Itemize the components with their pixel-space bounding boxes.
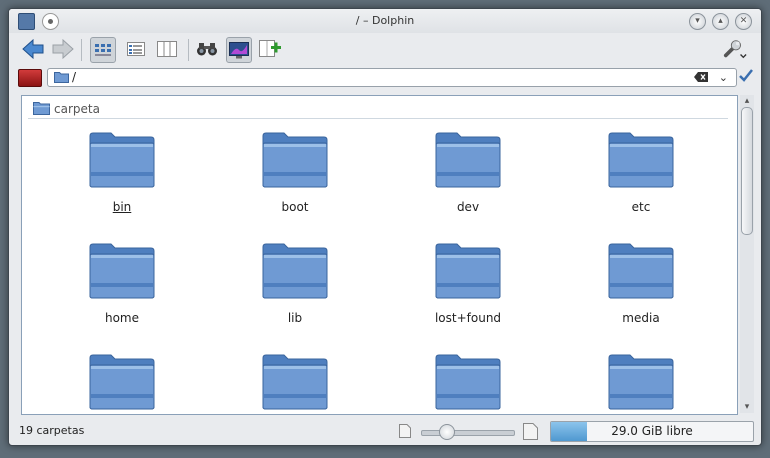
places-icon[interactable] — [18, 69, 42, 87]
folder-icon — [608, 243, 674, 299]
folder-item[interactable] — [57, 354, 187, 410]
columns-view-button[interactable] — [155, 37, 179, 61]
icons-view-icon — [95, 44, 111, 56]
folder-icon — [608, 354, 674, 410]
folder-icon — [608, 132, 674, 188]
location-input[interactable]: / ⌄ — [47, 68, 737, 87]
preview-button[interactable] — [226, 37, 252, 63]
folder-icon — [262, 132, 328, 188]
window-title: / – Dolphin — [355, 14, 415, 27]
split-view-button[interactable] — [258, 37, 282, 61]
status-bar: 19 carpetas 29.0 GiB libre — [9, 419, 761, 445]
folder-item[interactable] — [230, 354, 360, 410]
zoom-out-icon[interactable] — [399, 424, 411, 438]
dolphin-window: / – Dolphin ▾ ▴ ✕ / ⌄ carpeta bin boot d… — [8, 8, 762, 446]
location-path: / — [72, 70, 77, 84]
folder-item[interactable]: boot — [230, 132, 360, 214]
arrow-right-icon — [52, 39, 74, 59]
checkmark-icon[interactable] — [739, 69, 753, 82]
folder-icon — [89, 243, 155, 299]
split-add-icon — [259, 40, 281, 57]
configure-button[interactable] — [723, 37, 747, 61]
folder-label: bin — [112, 200, 132, 214]
folder-item[interactable] — [576, 354, 706, 410]
folder-item[interactable]: media — [576, 243, 706, 325]
back-button[interactable] — [21, 37, 45, 61]
folder-item[interactable]: home — [57, 243, 187, 325]
folder-icon — [435, 132, 501, 188]
zoom-in-icon[interactable] — [523, 423, 538, 440]
arrow-left-icon — [22, 39, 44, 59]
group-header: carpeta — [28, 98, 728, 119]
scroll-up-arrow-icon[interactable]: ▴ — [740, 95, 754, 107]
columns-view-icon — [157, 41, 177, 57]
folder-item[interactable]: etc — [576, 132, 706, 214]
folder-label: lib — [287, 311, 303, 325]
forward-button[interactable] — [51, 37, 75, 61]
folder-icon — [54, 72, 69, 83]
folder-icon — [33, 102, 50, 115]
folder-label: home — [104, 311, 140, 325]
folder-icon — [262, 354, 328, 410]
scroll-down-arrow-icon[interactable]: ▾ — [740, 401, 754, 413]
close-button[interactable]: ✕ — [735, 13, 752, 30]
vertical-scrollbar[interactable]: ▴ ▾ — [740, 95, 754, 413]
free-space-indicator[interactable]: 29.0 GiB libre — [550, 421, 754, 442]
folder-label: etc — [631, 200, 651, 214]
folder-label: dev — [456, 200, 480, 214]
clear-icon[interactable] — [694, 72, 708, 82]
toolbar-separator — [81, 39, 82, 61]
zoom-slider-handle[interactable] — [439, 424, 456, 440]
main-toolbar — [9, 33, 761, 66]
folder-item[interactable] — [403, 354, 533, 410]
icons-view-button[interactable] — [90, 37, 116, 63]
location-bar: / ⌄ — [9, 66, 761, 88]
maximize-button[interactable]: ▴ — [712, 13, 729, 30]
scrollbar-thumb[interactable] — [741, 107, 753, 235]
zoom-slider-track[interactable] — [421, 430, 515, 436]
folder-icon — [435, 354, 501, 410]
find-button[interactable] — [195, 37, 219, 61]
free-space-text: 29.0 GiB libre — [611, 424, 693, 438]
folder-item[interactable]: bin — [57, 132, 187, 214]
title-bar[interactable]: / – Dolphin ▾ ▴ ✕ — [9, 9, 761, 33]
folder-item[interactable]: dev — [403, 132, 533, 214]
folder-label: boot — [281, 200, 309, 214]
folder-icon — [89, 132, 155, 188]
folder-label: lost+found — [434, 311, 502, 325]
folder-icon — [89, 354, 155, 410]
details-view-button[interactable] — [124, 37, 148, 61]
minimize-button[interactable]: ▾ — [689, 13, 706, 30]
binoculars-icon — [197, 43, 217, 56]
wrench-icon — [723, 40, 747, 59]
folder-icon — [262, 243, 328, 299]
folder-item[interactable]: lib — [230, 243, 360, 325]
toolbar-separator — [188, 39, 189, 61]
file-view[interactable]: carpeta bin boot dev etc home lib lost+found me… — [21, 95, 738, 415]
status-text: 19 carpetas — [19, 424, 85, 437]
preview-icon — [229, 41, 249, 58]
folder-label: media — [622, 311, 660, 325]
folder-item[interactable]: lost+found — [403, 243, 533, 325]
folder-icon — [435, 243, 501, 299]
group-title: carpeta — [54, 102, 100, 116]
details-view-icon — [127, 42, 145, 56]
chevron-down-icon[interactable]: ⌄ — [719, 71, 728, 84]
